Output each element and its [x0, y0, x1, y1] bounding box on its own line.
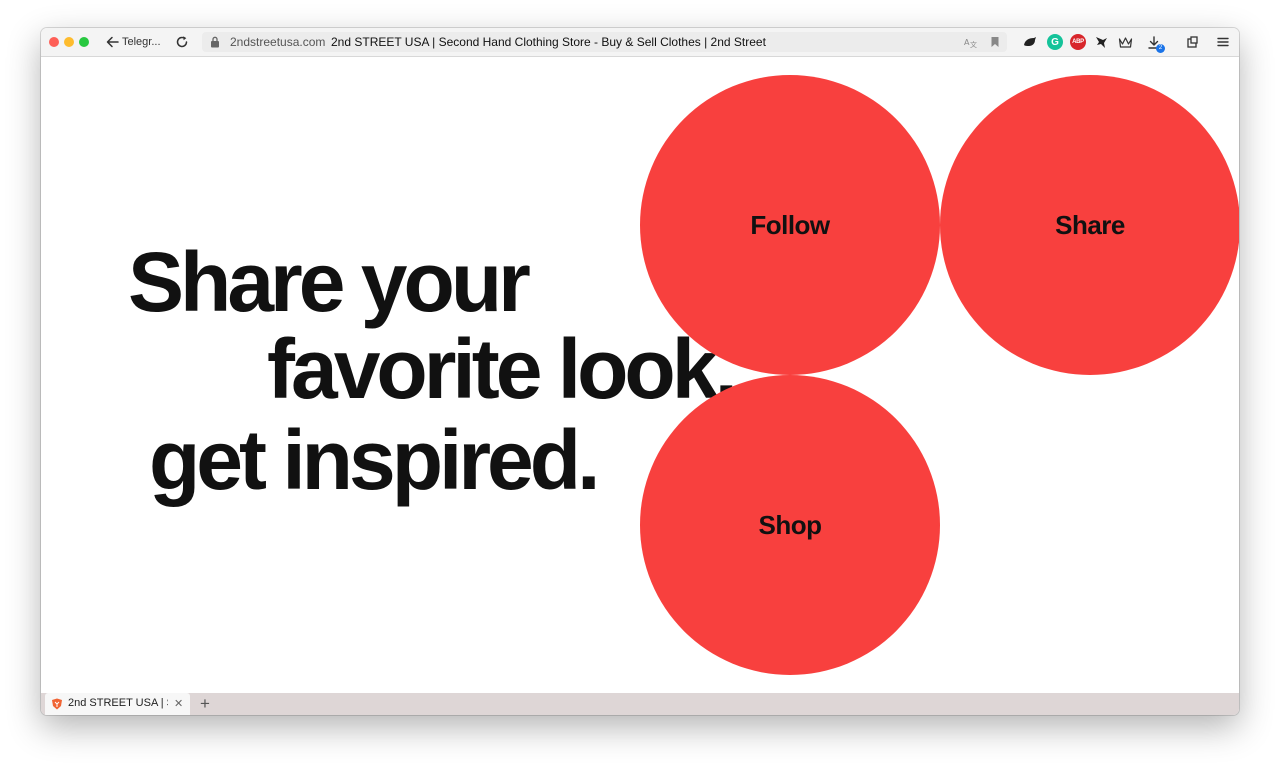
- reload-icon[interactable]: [175, 35, 189, 49]
- hero-headline-line-3: get inspired.: [149, 413, 600, 507]
- zoom-window-button[interactable]: [79, 37, 89, 47]
- url-domain: 2ndstreetusa.com: [230, 35, 326, 49]
- back-arrow-icon: [106, 36, 119, 48]
- hero-headline-line-1: Share your: [128, 235, 531, 329]
- back-button-label: Telegr...: [122, 36, 161, 48]
- page-content: Share your favorite look, get inspired. …: [41, 57, 1239, 693]
- close-window-button[interactable]: [49, 37, 59, 47]
- follow-circle-button[interactable]: Follow: [640, 75, 940, 375]
- share-label: Share: [1055, 209, 1125, 240]
- follow-label: Follow: [750, 209, 830, 240]
- tab-bar: 2nd STREET USA | Second Hand Clothing St…: [41, 693, 1239, 715]
- browser-toolbar: Telegr... 2ndstreetusa.com 2nd STREET US…: [41, 28, 1239, 57]
- url-page-title: 2nd STREET USA | Second Hand Clothing St…: [331, 35, 766, 49]
- hero-headline-line-2: favorite look,: [267, 322, 738, 416]
- share-circle-button[interactable]: Share: [940, 75, 1239, 375]
- brave-lion-icon[interactable]: [1022, 34, 1038, 50]
- back-button[interactable]: Telegr...: [106, 34, 161, 50]
- lock-icon: [211, 36, 219, 48]
- brave-favicon-icon: [52, 698, 62, 710]
- new-tab-button[interactable]: +: [200, 694, 210, 713]
- download-count-badge: 2: [1156, 44, 1165, 53]
- menu-icon[interactable]: [1215, 34, 1231, 50]
- crown-icon[interactable]: [1117, 34, 1133, 50]
- shop-label: Shop: [758, 509, 823, 540]
- browser-window: Telegr... 2ndstreetusa.com 2nd STREET US…: [41, 28, 1239, 715]
- tab-2nd-street[interactable]: 2nd STREET USA | Second Hand Clothing St…: [45, 693, 190, 715]
- translate-icon[interactable]: A 文: [964, 36, 978, 48]
- svg-text:文: 文: [970, 40, 977, 48]
- address-bar[interactable]: 2ndstreetusa.com 2nd STREET USA | Second…: [202, 32, 1007, 52]
- tab-close-icon[interactable]: ✕: [174, 697, 183, 710]
- download-icon[interactable]: 2: [1146, 34, 1165, 53]
- tab-label: 2nd STREET USA | Second Hand Clothing St…: [68, 697, 168, 709]
- shop-circle-button[interactable]: Shop: [640, 375, 940, 675]
- grammarly-icon[interactable]: G: [1047, 34, 1063, 50]
- bookmark-icon[interactable]: [990, 36, 1000, 48]
- abp-icon[interactable]: ABP: [1070, 34, 1086, 50]
- bird-icon[interactable]: [1093, 34, 1109, 50]
- minimize-window-button[interactable]: [64, 37, 74, 47]
- puzzle-icon[interactable]: [1184, 34, 1200, 50]
